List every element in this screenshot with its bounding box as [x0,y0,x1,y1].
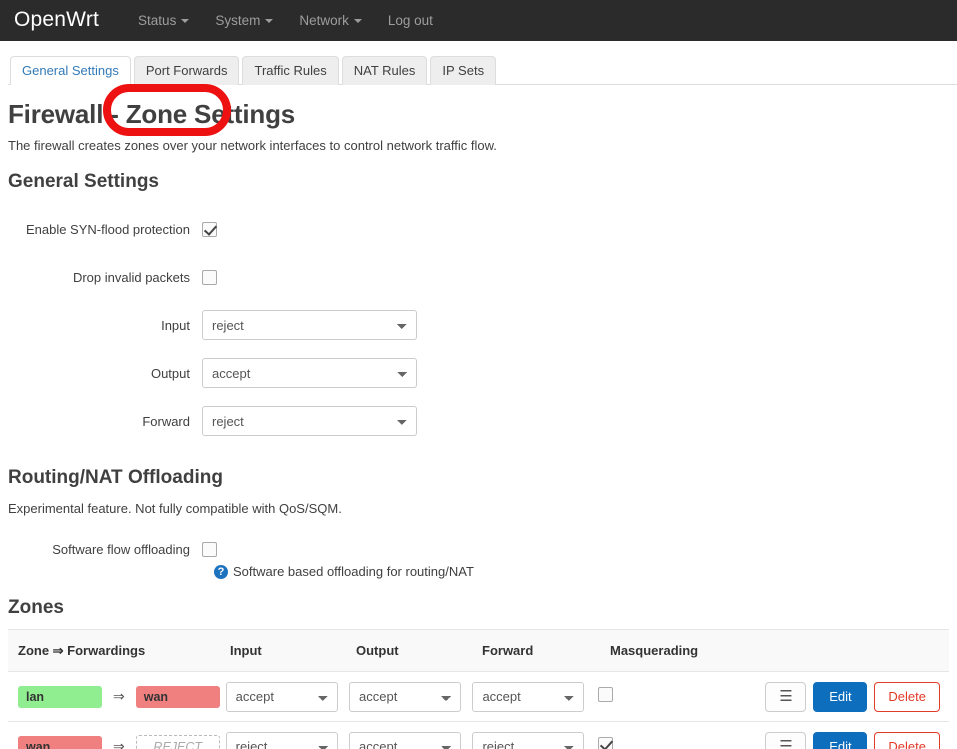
form-row-input: Input reject [8,301,949,349]
tab-port-forwards[interactable]: Port Forwards [133,56,240,85]
zone-forwardings-cell: wan ⇒ REJECT [8,734,226,749]
hamburger-menu-icon[interactable]: ☰ [765,731,807,749]
offloading-heading: Routing/NAT Offloading [8,467,223,488]
nav-item-status-label: Status [138,13,177,28]
zone-badge-source[interactable]: wan [18,735,102,749]
row-output-cell: accept [349,681,472,712]
zones-heading: Zones [8,597,64,618]
delete-button[interactable]: Delete [874,681,940,712]
nav-item-system-label: System [215,13,261,28]
input-policy-select[interactable]: reject [202,310,417,340]
drop-invalid-checkbox[interactable] [202,269,217,285]
zones-table-header: Zone ⇒ Forwardings Input Output Forward … [8,630,949,672]
table-row: wan ⇒ REJECT reject accept reject ☰ Edit… [8,722,949,749]
zone-badge-dest[interactable]: wan [135,685,220,708]
syn-flood-label: Enable SYN-flood protection [25,221,190,237]
drop-invalid-control [202,269,217,285]
input-policy-label: Input [161,317,190,333]
row-input-cell: reject [225,731,349,749]
form-row-forward: Forward reject [8,397,949,445]
forward-policy-label: Forward [142,413,190,429]
offloading-help-line: ? Software based offloading for routing/… [8,564,949,579]
row-output-cell: accept [349,731,472,749]
row-masquerading-checkbox[interactable] [597,686,613,702]
edit-button[interactable]: Edit [813,731,868,749]
form-row-syn-flood: Enable SYN-flood protection [8,205,949,253]
syn-flood-control [202,221,217,237]
column-header-forward: Forward [482,643,534,658]
tab-ip-sets[interactable]: IP Sets [430,56,497,85]
row-actions-cell: ☰ Edit Delete [758,681,949,712]
row-masquerading-cell [597,686,759,707]
chevron-down-icon [353,19,362,24]
navbar-menu: Status System Network Log out [125,0,446,41]
nav-item-status[interactable]: Status [125,0,202,41]
tab-traffic-rules[interactable]: Traffic Rules [242,56,339,85]
row-forward-select[interactable]: reject [472,731,585,749]
tab-bar-container: General Settings Port Forwards Traffic R… [0,41,957,136]
row-forward-cell: accept [472,681,597,712]
column-header-zone: Zone ⇒ Forwardings [18,642,146,658]
row-actions-cell: ☰ Edit Delete [758,731,949,749]
forward-policy-select[interactable]: reject [202,406,417,436]
edit-button[interactable]: Edit [813,681,868,712]
delete-button[interactable]: Delete [874,731,940,749]
row-masquerading-cell [597,736,759,749]
brand-logo[interactable]: OpenWrt [14,9,99,32]
row-output-select[interactable]: accept [349,681,462,712]
row-masquerading-checkbox[interactable] [597,736,613,749]
row-input-select[interactable]: accept [225,681,338,712]
forwarding-arrow-icon: ⇒ [113,688,125,704]
output-policy-label: Output [150,365,190,381]
zone-badge-dest-empty: REJECT [135,734,220,749]
hamburger-menu-icon[interactable]: ☰ [765,681,807,712]
nav-item-network[interactable]: Network [286,0,375,41]
page-title: Firewall - Zone Settings [8,99,296,129]
help-circle-icon[interactable]: ? [214,564,228,579]
chevron-down-icon [265,19,274,24]
column-header-masquerading: Masquerading [610,643,699,658]
software-flow-offloading-label: Software flow offloading [52,541,190,557]
page-description: The firewall creates zones over your net… [8,138,497,153]
drop-invalid-label: Drop invalid packets [72,269,190,285]
chevron-down-icon [181,19,190,24]
column-header-input: Input [230,643,262,658]
row-output-select[interactable]: accept [349,731,462,749]
software-flow-offloading-checkbox[interactable] [202,541,217,557]
zone-badge-source[interactable]: lan [18,685,102,708]
tab-nat-rules[interactable]: NAT Rules [341,56,428,85]
form-row-output: Output accept [8,349,949,397]
row-input-cell: accept [225,681,349,712]
row-forward-cell: reject [472,731,597,749]
tab-general-settings[interactable]: General Settings [10,56,131,85]
nav-item-logout[interactable]: Log out [375,0,446,41]
software-flow-offloading-control [202,541,217,557]
row-input-select[interactable]: reject [225,731,338,749]
page-content: Firewall - Zone Settings The firewall cr… [0,99,957,749]
syn-flood-checkbox[interactable] [202,221,217,237]
offloading-help-text: Software based offloading for routing/NA… [233,564,474,579]
general-settings-heading: General Settings [8,171,159,192]
forwarding-arrow-icon: ⇒ [113,738,125,749]
offloading-description: Experimental feature. Not fully compatib… [8,501,342,516]
top-navbar: OpenWrt Status System Network Log out [0,0,957,41]
forward-policy-control: reject [202,406,417,436]
table-row: lan ⇒ wan accept accept accept ☰ Edit De… [8,672,949,722]
form-row-drop-invalid: Drop invalid packets [8,253,949,301]
row-forward-select[interactable]: accept [472,681,585,712]
nav-item-logout-label: Log out [387,13,433,28]
zones-table: Zone ⇒ Forwardings Input Output Forward … [8,629,949,749]
tab-bar: General Settings Port Forwards Traffic R… [8,55,957,85]
nav-item-system[interactable]: System [202,0,286,41]
zone-forwardings-cell: lan ⇒ wan [8,685,226,708]
output-policy-control: accept [202,358,417,388]
nav-item-network-label: Network [299,13,349,28]
column-header-output: Output [356,643,399,658]
input-policy-control: reject [202,310,417,340]
output-policy-select[interactable]: accept [202,358,417,388]
